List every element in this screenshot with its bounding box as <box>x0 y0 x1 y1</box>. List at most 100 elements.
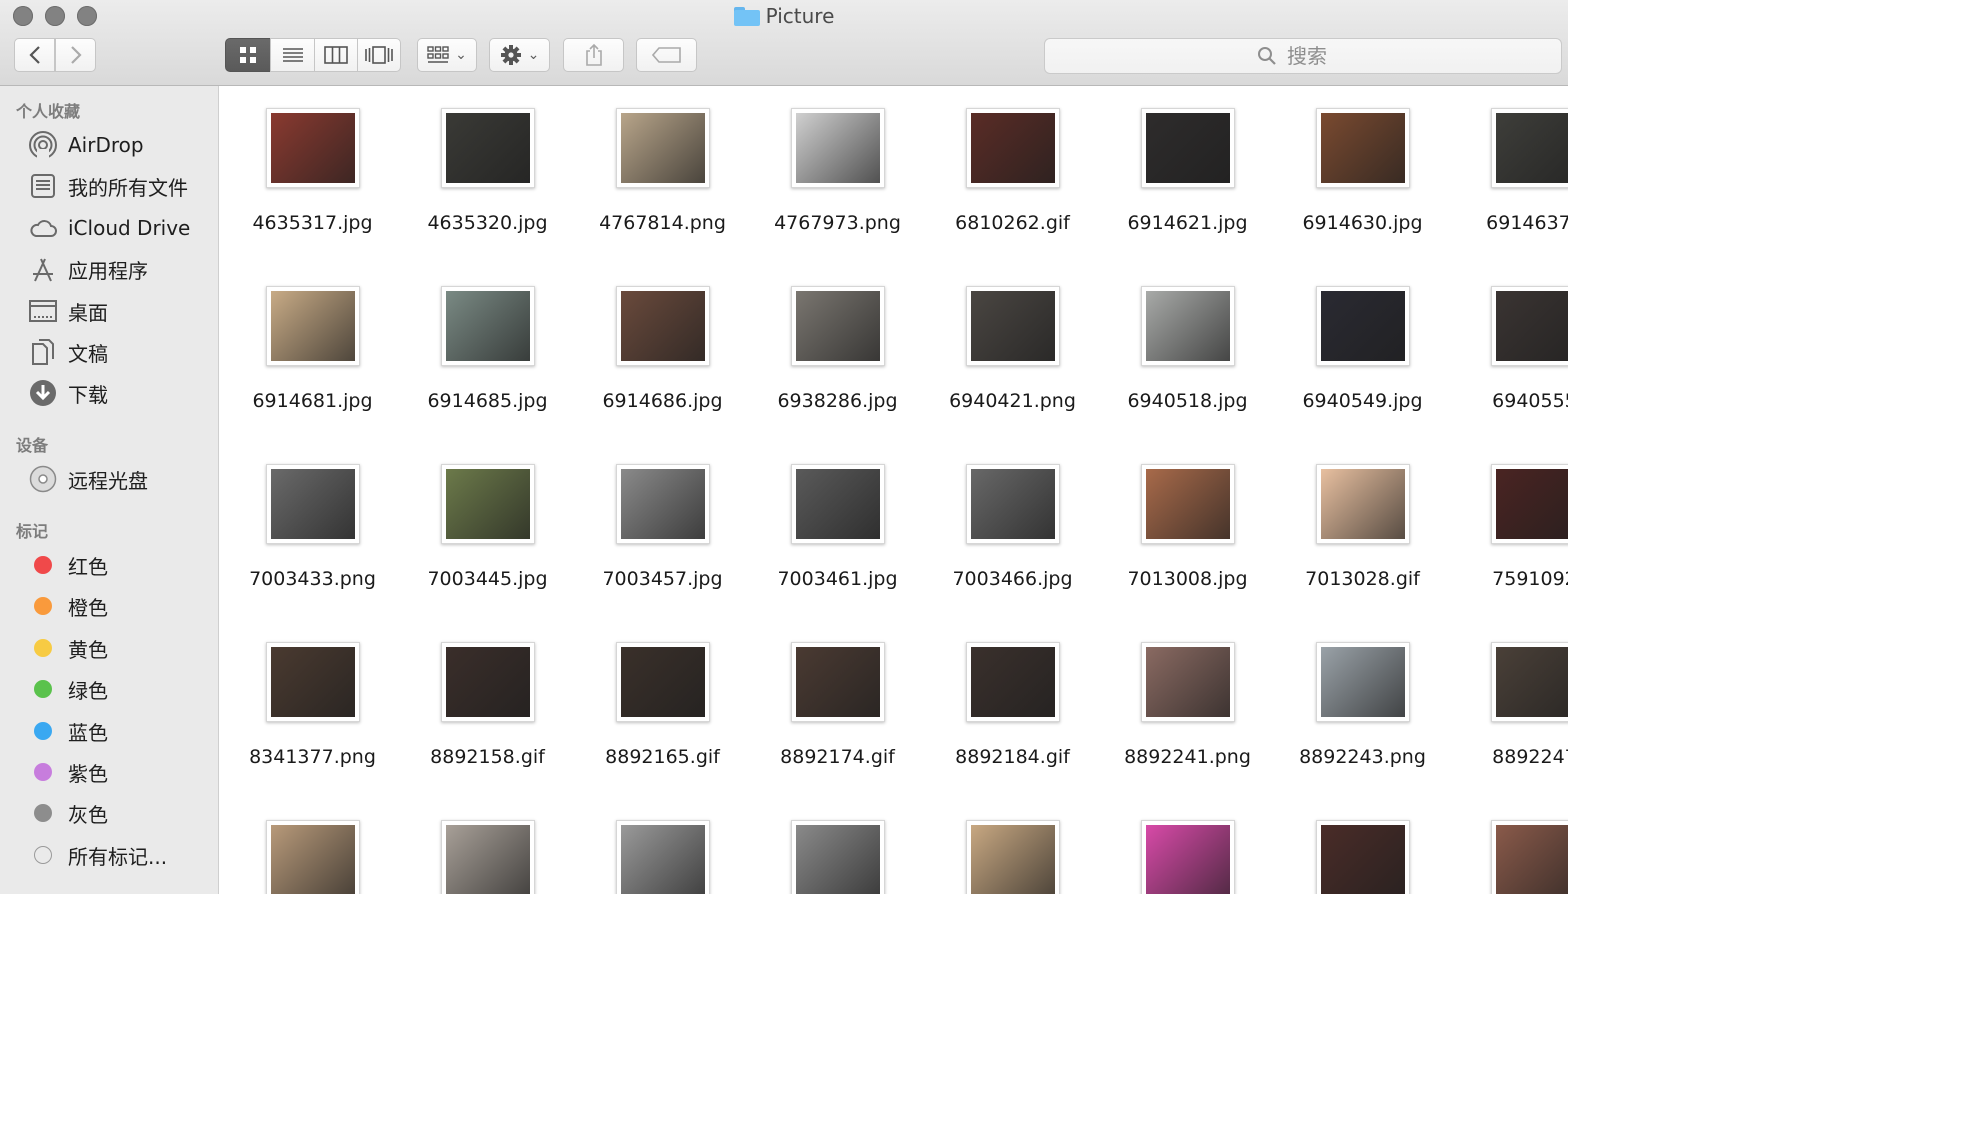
file-item[interactable]: 8892241.png <box>1095 620 1270 798</box>
tags-button[interactable] <box>636 38 697 72</box>
file-thumbnail <box>1141 820 1235 894</box>
sidebar-item-documents[interactable]: 文稿 <box>28 335 218 369</box>
search-field[interactable] <box>1044 38 1562 74</box>
file-item[interactable]: 4635320.jpg <box>395 86 570 264</box>
sidebar-item-airdrop[interactable]: AirDrop <box>28 128 218 162</box>
tag-label: 紫色 <box>68 761 108 786</box>
sidebar-item-all-files[interactable]: 我的所有文件 <box>28 169 218 203</box>
file-item[interactable]: 7003433.png <box>220 442 395 620</box>
file-item[interactable]: 6914637.p <box>1445 86 1568 264</box>
file-item[interactable]: 8892174.gif <box>745 620 920 798</box>
tag-item-green[interactable]: 绿色 <box>28 672 218 706</box>
sidebar-item-applications[interactable]: 应用程序 <box>28 252 218 286</box>
file-item[interactable]: 8892158.gif <box>395 620 570 798</box>
sidebar-item-desktop[interactable]: 桌面 <box>28 294 218 328</box>
file-thumbnail <box>1491 820 1568 894</box>
file-thumbnail <box>1316 642 1410 722</box>
file-item[interactable]: 6940555. <box>1445 264 1568 442</box>
file-item[interactable]: 6914630.jpg <box>1270 86 1445 264</box>
file-thumbnail <box>791 820 885 894</box>
column-view-button[interactable] <box>314 38 358 72</box>
tag-item-purple[interactable]: 紫色 <box>28 755 218 789</box>
sidebar-item-label: iCloud Drive <box>68 216 191 240</box>
tag-item-red[interactable]: 红色 <box>28 548 218 582</box>
share-button[interactable] <box>563 38 624 72</box>
file-item[interactable]: 7003445.jpg <box>395 442 570 620</box>
file-name: 7591092. <box>1492 568 1568 590</box>
file-item[interactable] <box>920 798 1095 894</box>
file-item[interactable] <box>745 798 920 894</box>
sidebar-item-downloads[interactable]: 下载 <box>28 376 218 410</box>
file-item[interactable] <box>570 798 745 894</box>
icon-view-button[interactable] <box>225 38 271 72</box>
thumbnail-image <box>271 469 355 539</box>
file-name: 6914681.jpg <box>252 390 373 412</box>
file-name: 8892241.png <box>1124 746 1251 768</box>
file-item[interactable]: 6940549.jpg <box>1270 264 1445 442</box>
file-item[interactable] <box>1270 798 1445 894</box>
file-name: 7003466.jpg <box>952 568 1073 590</box>
file-item[interactable]: 6810262.gif <box>920 86 1095 264</box>
file-name: 7013028.gif <box>1305 568 1420 590</box>
search-input[interactable] <box>1285 43 1349 69</box>
file-name: 8892247. <box>1492 746 1568 768</box>
file-thumbnail <box>966 820 1060 894</box>
file-item[interactable]: 8341377.png <box>220 620 395 798</box>
file-item[interactable]: 8892165.gif <box>570 620 745 798</box>
file-name: 7003445.jpg <box>427 568 548 590</box>
list-view-button[interactable] <box>270 38 315 72</box>
tag-item-orange[interactable]: 橙色 <box>28 589 218 623</box>
file-item[interactable] <box>220 798 395 894</box>
file-name: 7003457.jpg <box>602 568 723 590</box>
file-item[interactable] <box>1445 798 1568 894</box>
thumbnail-image <box>271 825 355 894</box>
file-item[interactable]: 8892243.png <box>1270 620 1445 798</box>
arrange-button[interactable]: ⌄ <box>417 38 477 72</box>
file-item[interactable]: 6940518.jpg <box>1095 264 1270 442</box>
file-item[interactable]: 4767814.png <box>570 86 745 264</box>
file-item[interactable]: 6914686.jpg <box>570 264 745 442</box>
file-item[interactable]: 6940421.png <box>920 264 1095 442</box>
thumbnail-image <box>1146 825 1230 894</box>
file-thumbnail <box>1141 464 1235 544</box>
file-item[interactable]: 8892184.gif <box>920 620 1095 798</box>
file-thumbnail <box>791 108 885 188</box>
back-button[interactable] <box>14 38 55 72</box>
thumbnail-image <box>446 113 530 183</box>
tag-item-yellow[interactable]: 黄色 <box>28 631 218 665</box>
file-item[interactable]: 7591092. <box>1445 442 1568 620</box>
sidebar-item-label: AirDrop <box>68 133 144 157</box>
file-item[interactable]: 6914621.jpg <box>1095 86 1270 264</box>
arrange-grid-icon <box>427 46 449 63</box>
sidebar-item-remote-disc[interactable]: 远程光盘 <box>28 462 218 496</box>
file-item[interactable]: 7003466.jpg <box>920 442 1095 620</box>
file-item[interactable]: 8892247. <box>1445 620 1568 798</box>
file-item[interactable]: 7013028.gif <box>1270 442 1445 620</box>
file-thumbnail <box>266 464 360 544</box>
file-item[interactable]: 7003461.jpg <box>745 442 920 620</box>
file-item[interactable]: 6938286.jpg <box>745 264 920 442</box>
action-button[interactable]: ⌄ <box>489 38 550 72</box>
cover-flow-button[interactable] <box>357 38 401 72</box>
file-item[interactable]: 4635317.jpg <box>220 86 395 264</box>
file-item[interactable]: 6914685.jpg <box>395 264 570 442</box>
file-item[interactable] <box>1095 798 1270 894</box>
thumbnail-image <box>1496 291 1568 361</box>
thumbnail-image <box>1496 647 1568 717</box>
file-item[interactable] <box>395 798 570 894</box>
file-item[interactable]: 7013008.jpg <box>1095 442 1270 620</box>
tag-item-all-tags[interactable]: 所有标记... <box>28 838 218 872</box>
file-thumbnail <box>1316 464 1410 544</box>
tag-item-blue[interactable]: 蓝色 <box>28 714 218 748</box>
sidebar-item-icloud[interactable]: iCloud Drive <box>28 211 218 245</box>
forward-button[interactable] <box>55 38 96 72</box>
thumbnail-image <box>1146 469 1230 539</box>
sidebar-header-devices: 设备 <box>16 436 49 455</box>
file-thumbnail <box>1316 108 1410 188</box>
tag-item-gray[interactable]: 灰色 <box>28 796 218 830</box>
airdrop-icon <box>28 130 58 160</box>
file-name: 8892165.gif <box>605 746 720 768</box>
file-item[interactable]: 6914681.jpg <box>220 264 395 442</box>
file-item[interactable]: 4767973.png <box>745 86 920 264</box>
file-item[interactable]: 7003457.jpg <box>570 442 745 620</box>
